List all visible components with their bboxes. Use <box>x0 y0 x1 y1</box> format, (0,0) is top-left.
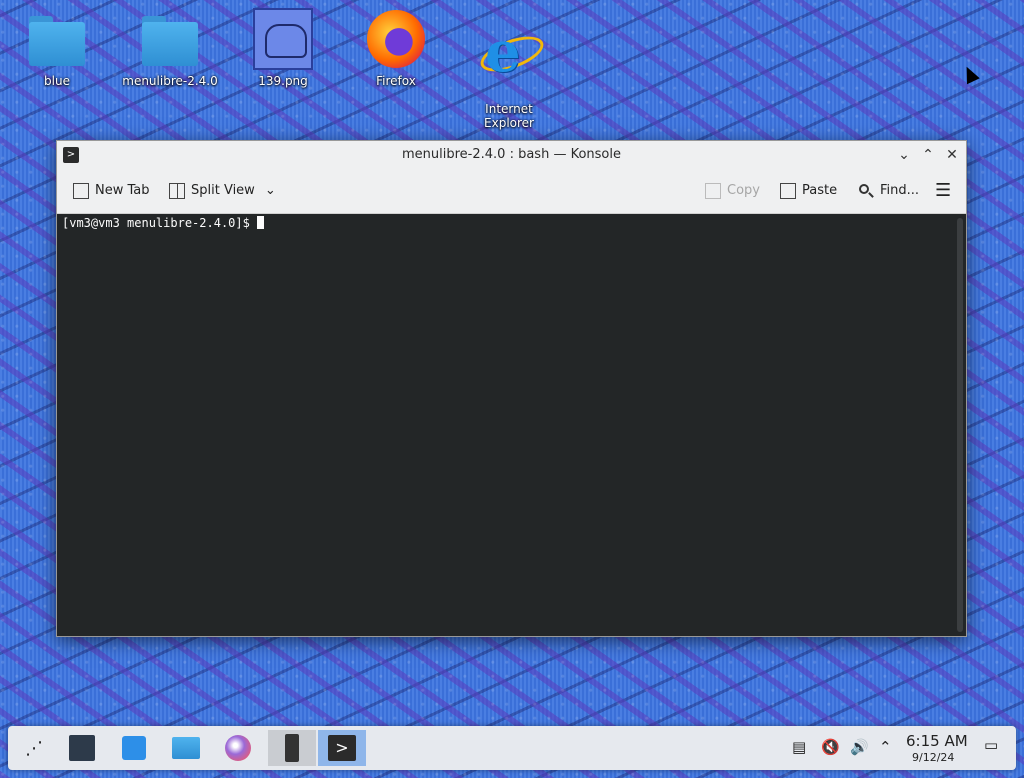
clipboard-icon[interactable]: ▤ <box>792 738 806 756</box>
taskbar: ⋰ > ▤ 🔇 🔊 ⌃ 6:15 AM 9/12/24 ▭ <box>8 726 1016 770</box>
scrollbar[interactable] <box>957 218 963 632</box>
desktop-icon-menulibre[interactable]: menulibre-2.4.0 <box>120 8 220 88</box>
folder-icon <box>172 737 200 759</box>
taskbar-konsole[interactable]: > <box>318 730 366 766</box>
clock-date[interactable]: 9/12/24 <box>912 751 954 764</box>
toolbar: New Tab Split View ⌄ Copy Paste Find... … <box>57 169 966 214</box>
firefox-icon <box>367 10 425 68</box>
terminal-area[interactable]: [vm3@vm3 menulibre-2.4.0]$ <box>57 214 966 636</box>
find-button[interactable]: Find... <box>858 180 919 202</box>
new-tab-icon <box>73 183 89 199</box>
chevron-down-icon[interactable]: ⌄ <box>895 146 913 164</box>
show-desktop-icon[interactable]: ▭ <box>984 736 998 754</box>
new-tab-label: New Tab <box>95 183 150 198</box>
terminal-line: [vm3@vm3 menulibre-2.4.0]$ <box>62 216 265 230</box>
desktop-icon-label: Firefox <box>376 74 416 88</box>
window-title: menulibre-2.4.0 : bash — Konsole <box>402 147 621 162</box>
copy-button[interactable]: Copy <box>705 180 760 202</box>
taskbar-archive[interactable] <box>268 730 316 766</box>
terminal-cursor <box>257 216 265 229</box>
terminal-prompt: [vm3@vm3 menulibre-2.4.0]$ <box>62 216 258 230</box>
archive-zip-icon <box>285 734 299 762</box>
paste-button[interactable]: Paste <box>780 180 837 202</box>
search-icon <box>858 183 874 199</box>
mouse-pointer-icon <box>960 63 980 85</box>
taskbar-browser[interactable] <box>220 730 256 766</box>
paste-icon <box>780 183 796 199</box>
split-view-label: Split View <box>191 183 255 198</box>
terminal-icon: > <box>328 735 356 761</box>
chevron-up-icon[interactable]: ⌃ <box>879 738 892 756</box>
konsole-window: > menulibre-2.4.0 : bash — Konsole ⌄ ⌃ ✕… <box>56 140 967 637</box>
close-button[interactable]: ✕ <box>943 146 961 164</box>
internet-explorer-icon: e <box>476 22 548 82</box>
desktop-icon-label: Internet Explorer <box>484 102 534 130</box>
application-launcher-button[interactable]: ⋰ <box>16 730 52 766</box>
taskbar-file-manager[interactable] <box>168 730 204 766</box>
settings-icon <box>69 735 95 761</box>
launcher-icon: ⋰ <box>25 737 43 759</box>
split-view-icon <box>169 183 185 199</box>
browser-globe-icon <box>225 735 251 761</box>
image-thumbnail-icon <box>253 8 313 70</box>
hamburger-menu-button[interactable]: ☰ <box>935 180 951 202</box>
desktop-icon-label: menulibre-2.4.0 <box>122 74 218 88</box>
maximize-button[interactable]: ⌃ <box>919 146 937 164</box>
desktop-icon-firefox[interactable]: Firefox <box>346 8 446 88</box>
microphone-muted-icon[interactable]: 🔇 <box>821 738 840 756</box>
new-tab-button[interactable]: New Tab <box>73 180 150 202</box>
desktop-icon-label: 139.png <box>258 74 308 88</box>
hamburger-menu-icon: ☰ <box>935 180 952 201</box>
folder-icon <box>27 8 87 70</box>
desktop-icon-label: blue <box>44 74 70 88</box>
chevron-down-icon[interactable]: ⌄ <box>265 180 276 202</box>
desktop-icon-blue[interactable]: blue <box>7 8 107 88</box>
title-bar[interactable]: > menulibre-2.4.0 : bash — Konsole ⌄ ⌃ ✕ <box>57 141 966 169</box>
split-view-button[interactable]: Split View ⌄ <box>169 180 276 202</box>
store-bag-icon <box>122 736 146 760</box>
taskbar-system-settings[interactable] <box>64 730 100 766</box>
copy-label: Copy <box>727 183 760 198</box>
taskbar-discover[interactable] <box>116 730 152 766</box>
paste-label: Paste <box>802 183 838 198</box>
clock-time[interactable]: 6:15 AM <box>906 732 968 750</box>
folder-icon <box>140 8 200 70</box>
copy-icon <box>705 183 721 199</box>
desktop-icon-139-png[interactable]: 139.png <box>233 8 333 88</box>
volume-icon[interactable]: 🔊 <box>850 738 869 756</box>
desktop-icon-internet-explorer[interactable]: e Internet Explorer <box>459 8 559 144</box>
find-label: Find... <box>880 183 920 198</box>
